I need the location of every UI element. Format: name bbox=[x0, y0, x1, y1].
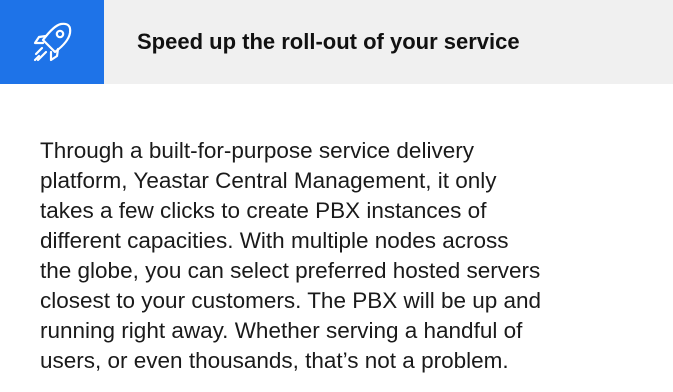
rocket-icon bbox=[27, 17, 77, 67]
description-line: takes a few clicks to create PBX instanc… bbox=[40, 198, 487, 223]
description-line: the globe, you can select preferred host… bbox=[40, 258, 541, 283]
description-line: closest to your customers. The PBX will … bbox=[40, 288, 542, 313]
icon-tile bbox=[0, 0, 104, 84]
card-description: Through a built-for-purpose service deli… bbox=[40, 136, 640, 376]
card-header: Speed up the roll-out of your service bbox=[0, 0, 673, 84]
description-line: users, or even thousands, that’s not a p… bbox=[40, 348, 509, 373]
description-line: different capacities. With multiple node… bbox=[40, 228, 509, 253]
card-title: Speed up the roll-out of your service bbox=[137, 29, 520, 54]
description-line: Through a built-for-purpose service deli… bbox=[40, 138, 474, 163]
description-line: running right away. Whether serving a ha… bbox=[40, 318, 523, 343]
feature-card: Speed up the roll-out of your service Th… bbox=[0, 0, 673, 392]
description-line: platform, Yeastar Central Management, it… bbox=[40, 168, 497, 193]
